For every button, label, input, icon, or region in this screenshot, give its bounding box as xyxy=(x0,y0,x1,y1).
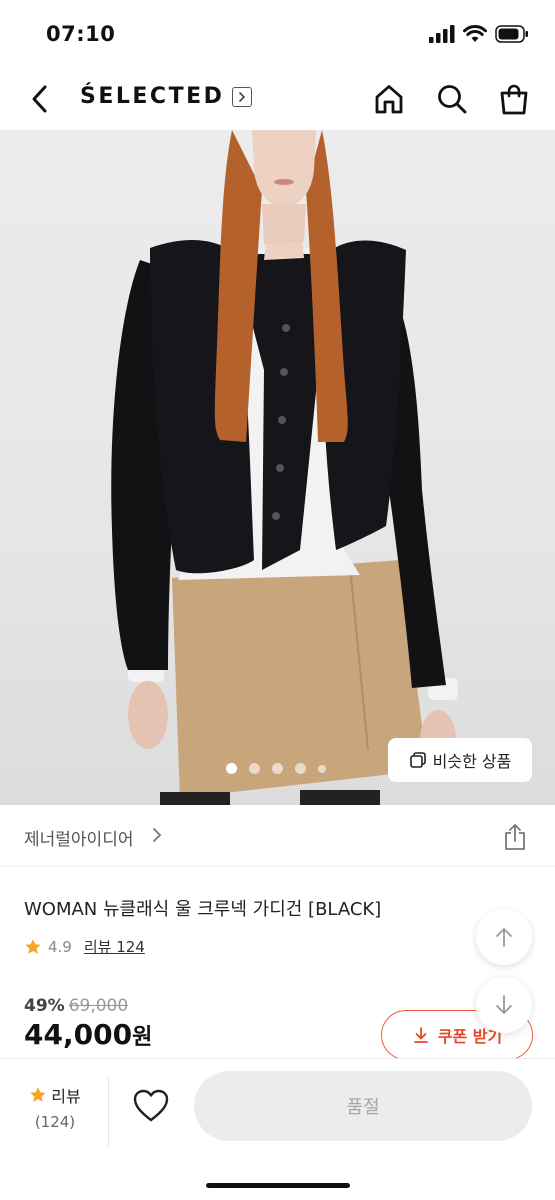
back-button[interactable] xyxy=(24,82,54,116)
sale-price: 44,000원 xyxy=(24,1018,152,1051)
scroll-down-button[interactable] xyxy=(476,977,532,1033)
price-unit: 원 xyxy=(132,1025,153,1050)
product-photo xyxy=(111,130,458,805)
cart-button[interactable] xyxy=(497,82,531,116)
sale-price-value: 44,000 xyxy=(24,1018,133,1051)
shopping-bag-icon xyxy=(500,84,528,115)
carousel-dot[interactable] xyxy=(249,763,260,774)
star-icon xyxy=(30,1087,46,1102)
chevron-left-icon xyxy=(32,85,47,113)
chevron-right-icon xyxy=(153,828,162,842)
signal-icon xyxy=(429,25,455,43)
heart-icon[interactable] xyxy=(133,1089,169,1123)
brand-arrow-icon xyxy=(232,86,253,107)
share-icon[interactable] xyxy=(502,823,528,851)
home-indicator xyxy=(206,1183,350,1188)
wifi-icon xyxy=(463,25,487,42)
carousel-dot[interactable] xyxy=(272,763,283,774)
original-price: 69,000 xyxy=(68,996,129,1016)
product-title: WOMAN 뉴클래식 울 크루넥 가디건 [BLACK] xyxy=(24,899,382,920)
discount-rate: 49% xyxy=(24,996,65,1016)
arrow-down-icon xyxy=(496,995,512,1014)
arrow-up-icon xyxy=(496,928,512,947)
carousel-dot-active[interactable] xyxy=(226,763,237,774)
search-icon xyxy=(438,85,467,114)
seller-row: 제너럴아이디어 xyxy=(0,805,555,867)
search-button[interactable] xyxy=(435,82,469,116)
similar-products-label: 비슷한 상품 xyxy=(432,752,512,771)
seller-name-link[interactable]: 제너럴아이디어 xyxy=(24,825,133,850)
price-discount-row: 49% 69,000 xyxy=(24,996,128,1016)
carousel-dot[interactable] xyxy=(295,763,306,774)
bottom-action-bar: 리뷰 (124) 품절 xyxy=(0,1058,555,1200)
brand-link[interactable]: ŚELECTED xyxy=(80,84,253,109)
top-nav-bar: ŚELECTED xyxy=(0,70,555,130)
copy-icon xyxy=(409,752,426,768)
soldout-button[interactable]: 품절 xyxy=(194,1071,532,1141)
bottom-review-count: (124) xyxy=(34,1113,76,1131)
carousel-dot[interactable] xyxy=(318,764,326,773)
similar-products-button[interactable]: 비슷한 상품 xyxy=(388,738,532,782)
status-time: 07:10 xyxy=(46,22,116,46)
home-button[interactable] xyxy=(372,82,406,116)
bottom-review-button[interactable]: 리뷰 (124) xyxy=(24,1083,86,1131)
battery-icon xyxy=(495,25,528,43)
rating-value: 4.9 xyxy=(48,937,72,956)
product-image-carousel[interactable]: 비슷한 상품 xyxy=(0,130,555,805)
carousel-pagination xyxy=(226,763,326,774)
status-bar: 07:10 xyxy=(0,0,555,70)
status-icons xyxy=(429,25,529,43)
scroll-up-button[interactable] xyxy=(476,909,532,965)
divider xyxy=(108,1077,109,1147)
star-icon xyxy=(25,938,41,954)
review-link[interactable]: 리뷰 124 xyxy=(84,936,145,957)
brand-name: ŚELECTED xyxy=(80,84,225,109)
home-icon xyxy=(375,85,403,114)
download-icon xyxy=(413,1027,428,1043)
rating-row: 4.9 리뷰 124 xyxy=(24,936,145,957)
bottom-review-label: 리뷰 xyxy=(51,1087,81,1106)
